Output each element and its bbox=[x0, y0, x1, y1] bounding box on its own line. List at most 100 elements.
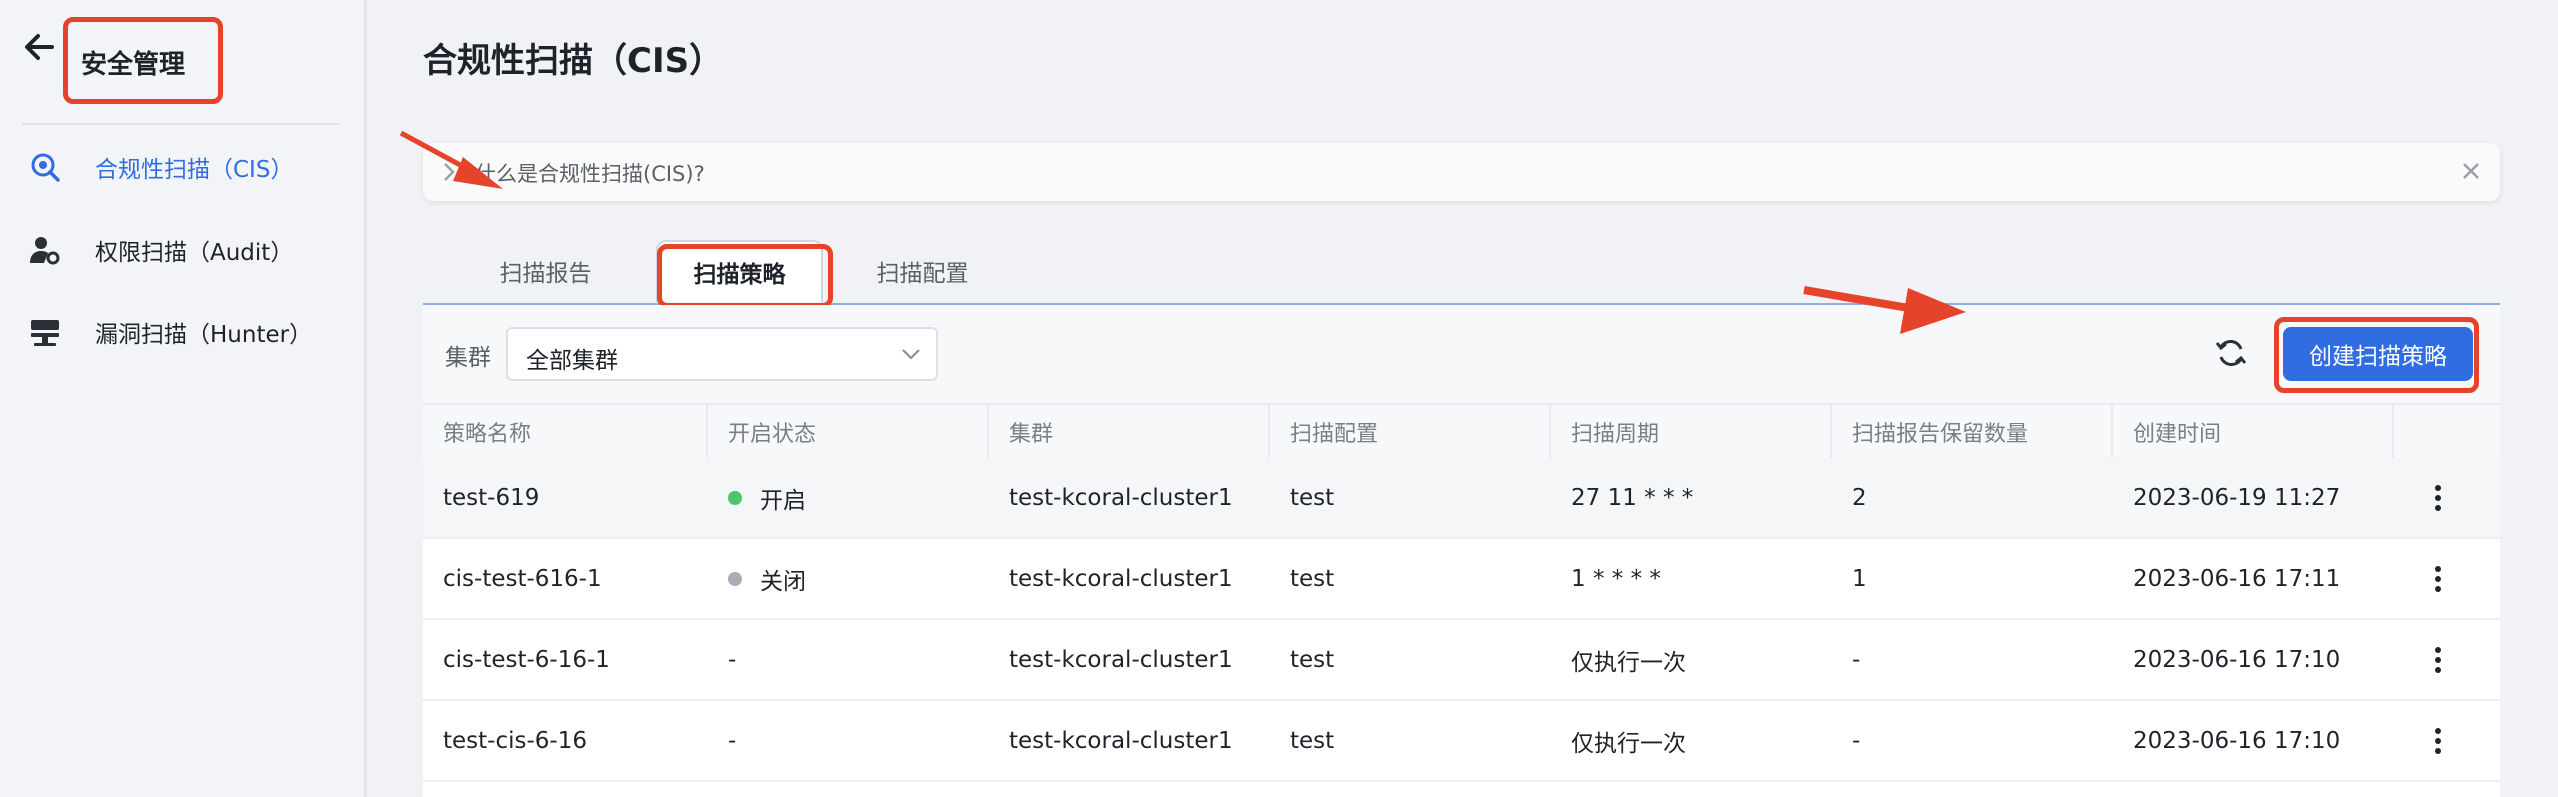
table-cell-created: 2023-06-16 17:10 bbox=[2113, 620, 2394, 699]
table-cell-retain: - bbox=[1832, 620, 2113, 699]
tab-scan-report[interactable]: 扫描报告 bbox=[473, 240, 618, 302]
table-cell-retain: 1 bbox=[1832, 539, 2113, 618]
more-vertical-icon[interactable] bbox=[2423, 726, 2453, 756]
page-title: 合规性扫描（CIS） bbox=[423, 41, 724, 81]
cluster-select[interactable]: 全部集群 bbox=[506, 327, 938, 381]
table-header: 策略名称 开启状态 集群 扫描配置 扫描周期 扫描报告保留数量 创建时间 bbox=[423, 403, 2500, 458]
table-cell-status: - bbox=[708, 620, 989, 699]
more-vertical-icon[interactable] bbox=[2423, 483, 2453, 513]
table-cell-cluster: test-kcoral-cluster1 bbox=[989, 701, 1270, 780]
cell-text: test-619 bbox=[443, 484, 540, 511]
table-row[interactable]: test-619 开启 test-kcoral-cluster1 test 27 11 … bbox=[423, 458, 2500, 539]
cell-text: test bbox=[1290, 565, 1335, 592]
column-header: 集群 bbox=[989, 405, 1270, 458]
refresh-icon[interactable] bbox=[2213, 335, 2249, 371]
cell-text: test-kcoral-cluster1 bbox=[1009, 484, 1233, 511]
sidebar-item-label: 合规性扫描（CIS） bbox=[95, 157, 294, 183]
arrow-left-icon[interactable] bbox=[22, 30, 56, 64]
table-cell-retain: 2 bbox=[1832, 458, 2113, 537]
table-cell-config: test bbox=[1270, 539, 1551, 618]
cell-text: - bbox=[1852, 646, 1861, 673]
cell-text: 2023-06-19 11:27 bbox=[2133, 484, 2341, 511]
table-cell-cluster: test-kcoral-cluster1 bbox=[989, 458, 1270, 537]
chevron-down-icon bbox=[902, 349, 920, 360]
table-row[interactable]: test-cis-6-16 - test-kcoral-cluster1 test 仅执… bbox=[423, 701, 2500, 782]
table-cell-created: 2023-06-16 17:11 bbox=[2113, 539, 2394, 618]
cell-text: 1 bbox=[1852, 565, 1867, 592]
cluster-select-value: 全部集群 bbox=[526, 348, 618, 374]
cell-text: 关闭 bbox=[760, 568, 806, 595]
info-banner-text[interactable]: 什么是合规性扫描(CIS)? bbox=[475, 158, 705, 188]
chevron-right-icon[interactable] bbox=[439, 160, 459, 184]
cell-text: 2023-06-16 17:10 bbox=[2133, 727, 2341, 754]
highlight-box bbox=[63, 17, 223, 104]
cell-text: 开启 bbox=[760, 487, 806, 514]
policy-panel: 集群 全部集群 创建扫描策略 策略名称 开启状态 集群 扫描配置 扫描周期 扫描… bbox=[423, 305, 2500, 797]
sidebar-item-cis[interactable]: 合规性扫描（CIS） bbox=[28, 147, 293, 187]
cell-text: test-kcoral-cluster1 bbox=[1009, 646, 1233, 673]
tab-scan-config[interactable]: 扫描配置 bbox=[850, 240, 995, 302]
column-header: 扫描配置 bbox=[1270, 405, 1551, 458]
cell-text: - bbox=[1852, 727, 1861, 754]
more-vertical-icon[interactable] bbox=[2423, 645, 2453, 675]
column-header: 扫描周期 bbox=[1551, 405, 1832, 458]
column-header: 开启状态 bbox=[708, 405, 989, 458]
table-row[interactable]: cis-test-616-1 关闭 test-kcoral-cluster1 test… bbox=[423, 539, 2500, 620]
cell-text: 2 bbox=[1852, 484, 1867, 511]
cell-text: - bbox=[728, 727, 737, 754]
cell-text: test-kcoral-cluster1 bbox=[1009, 727, 1233, 754]
info-banner[interactable]: 什么是合规性扫描(CIS)? bbox=[423, 143, 2500, 201]
server-stack-icon bbox=[31, 320, 59, 346]
cluster-filter-label: 集群 bbox=[445, 345, 491, 371]
sidebar-divider bbox=[22, 123, 340, 125]
table-cell-name: test-619 bbox=[423, 458, 704, 537]
table-cell-status: 关闭 bbox=[708, 539, 989, 618]
table-cell-name: cis-test-6-16-1 bbox=[423, 620, 704, 699]
column-header: 创建时间 bbox=[2113, 405, 2394, 458]
toolbar: 集群 全部集群 创建扫描策略 bbox=[423, 305, 2500, 403]
cell-text: test bbox=[1290, 646, 1335, 673]
table-cell-status: 开启 bbox=[708, 458, 989, 537]
close-icon[interactable] bbox=[2460, 160, 2482, 182]
table-cell-created: 2023-06-19 11:27 bbox=[2113, 458, 2394, 537]
user-gear-icon bbox=[30, 237, 60, 265]
table-cell-created: 2023-06-16 17:10 bbox=[2113, 701, 2394, 780]
table-cell-cluster: test-kcoral-cluster1 bbox=[989, 620, 1270, 699]
table-cell-config: test bbox=[1270, 458, 1551, 537]
cell-text: 1 * * * * bbox=[1571, 565, 1661, 592]
cell-text: 仅执行一次 bbox=[1571, 649, 1686, 676]
cell-text: test-kcoral-cluster1 bbox=[1009, 565, 1233, 592]
table-row[interactable]: cis-test-6-16-1 - test-kcoral-cluster1 test… bbox=[423, 620, 2500, 701]
more-vertical-icon[interactable] bbox=[2423, 564, 2453, 594]
cell-text: 2023-06-16 17:11 bbox=[2133, 565, 2341, 592]
cell-text: cis-test-616-1 bbox=[443, 565, 602, 592]
cell-text: test-cis-6-16 bbox=[443, 727, 587, 754]
cell-text: cis-test-6-16-1 bbox=[443, 646, 610, 673]
table-cell-cycle: 仅执行一次 bbox=[1551, 701, 1832, 780]
table-cell-retain: - bbox=[1832, 701, 2113, 780]
table-cell-cluster: test-kcoral-cluster1 bbox=[989, 539, 1270, 618]
table-cell-cycle: 仅执行一次 bbox=[1551, 620, 1832, 699]
status-dot-icon bbox=[728, 571, 742, 586]
cell-text: - bbox=[728, 646, 737, 673]
cell-text: 27 11 * * * bbox=[1571, 484, 1694, 511]
column-header: 扫描报告保留数量 bbox=[1832, 405, 2113, 458]
highlight-box bbox=[2274, 317, 2479, 393]
status-dot-icon bbox=[728, 490, 742, 505]
table-cell-status: - bbox=[708, 701, 989, 780]
table-cell-cycle: 27 11 * * * bbox=[1551, 458, 1832, 537]
sidebar-item-label: 权限扫描（Audit） bbox=[95, 240, 294, 266]
highlight-box bbox=[657, 244, 833, 308]
back-button[interactable] bbox=[22, 30, 56, 64]
column-header: 策略名称 bbox=[423, 405, 708, 458]
cell-text: test bbox=[1290, 727, 1335, 754]
table-cell-cycle: 1 * * * * bbox=[1551, 539, 1832, 618]
cell-text: test bbox=[1290, 484, 1335, 511]
sidebar-item-label: 漏洞扫描（Hunter） bbox=[95, 322, 313, 348]
table-cell-name: test-cis-6-16 bbox=[423, 701, 704, 780]
table-cell-config: test bbox=[1270, 620, 1551, 699]
cell-text: 2023-06-16 17:10 bbox=[2133, 646, 2341, 673]
sidebar-item-hunter[interactable]: 漏洞扫描（Hunter） bbox=[28, 312, 312, 352]
sidebar-item-audit[interactable]: 权限扫描（Audit） bbox=[28, 230, 293, 270]
table-cell-config: test bbox=[1270, 701, 1551, 780]
